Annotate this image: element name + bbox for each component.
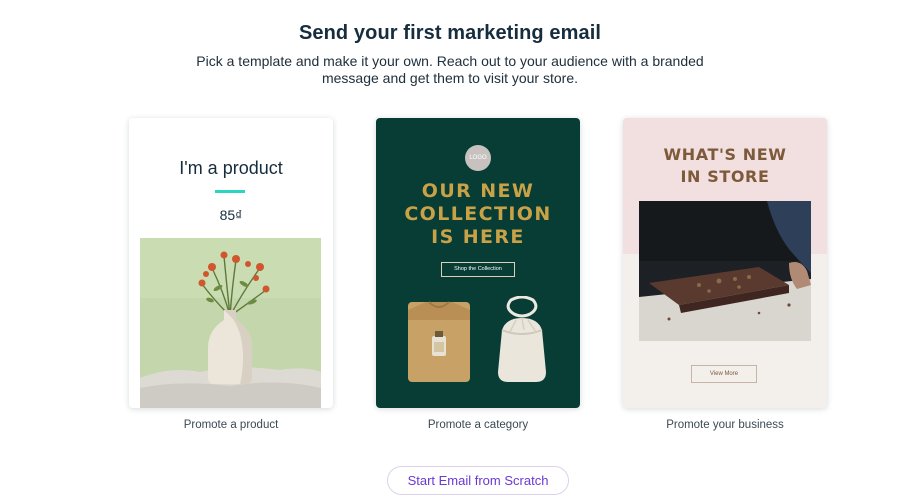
title-underline xyxy=(215,190,245,193)
headline-line-2: COLLECTION xyxy=(404,203,552,225)
chocolate-photo-image xyxy=(639,201,811,341)
page-header: Send your first marketing email Pick a t… xyxy=(0,22,900,87)
headline-line-2: IN STORE xyxy=(680,167,770,186)
headline-line-1: WHAT'S NEW xyxy=(663,145,787,164)
tshirt-and-bag-image xyxy=(408,296,546,382)
store-headline: WHAT'S NEW IN STORE xyxy=(623,144,827,188)
collection-headline: OUR NEW COLLECTION IS HERE xyxy=(376,180,580,249)
card-label-business: Promote your business xyxy=(666,419,784,431)
headline-line-1: OUR NEW xyxy=(421,180,535,202)
product-title: I'm a product xyxy=(179,158,283,178)
template-card-product[interactable]: I'm a product 85₫ xyxy=(129,118,333,408)
card-label-product: Promote a product xyxy=(183,419,279,431)
page-subtitle: Pick a template and make it your own. Re… xyxy=(196,53,704,86)
headline-line-3: IS HERE xyxy=(431,226,525,248)
card-label-category: Promote a category xyxy=(427,419,529,431)
template-card-category[interactable]: LOGO OUR NEW COLLECTION IS HERE Shop the… xyxy=(376,118,580,408)
page-title: Send your first marketing email xyxy=(298,22,602,44)
vase-flowers-image xyxy=(140,238,321,408)
logo-placeholder: LOGO xyxy=(465,145,491,171)
shop-collection-button: Shop the Collection xyxy=(441,262,515,277)
template-card-business[interactable]: WHAT'S NEW IN STORE View More xyxy=(623,118,827,408)
start-from-scratch-button[interactable]: Start Email from Scratch xyxy=(387,466,569,495)
product-price: 85₫ xyxy=(219,207,243,223)
view-more-button: View More xyxy=(691,365,757,383)
